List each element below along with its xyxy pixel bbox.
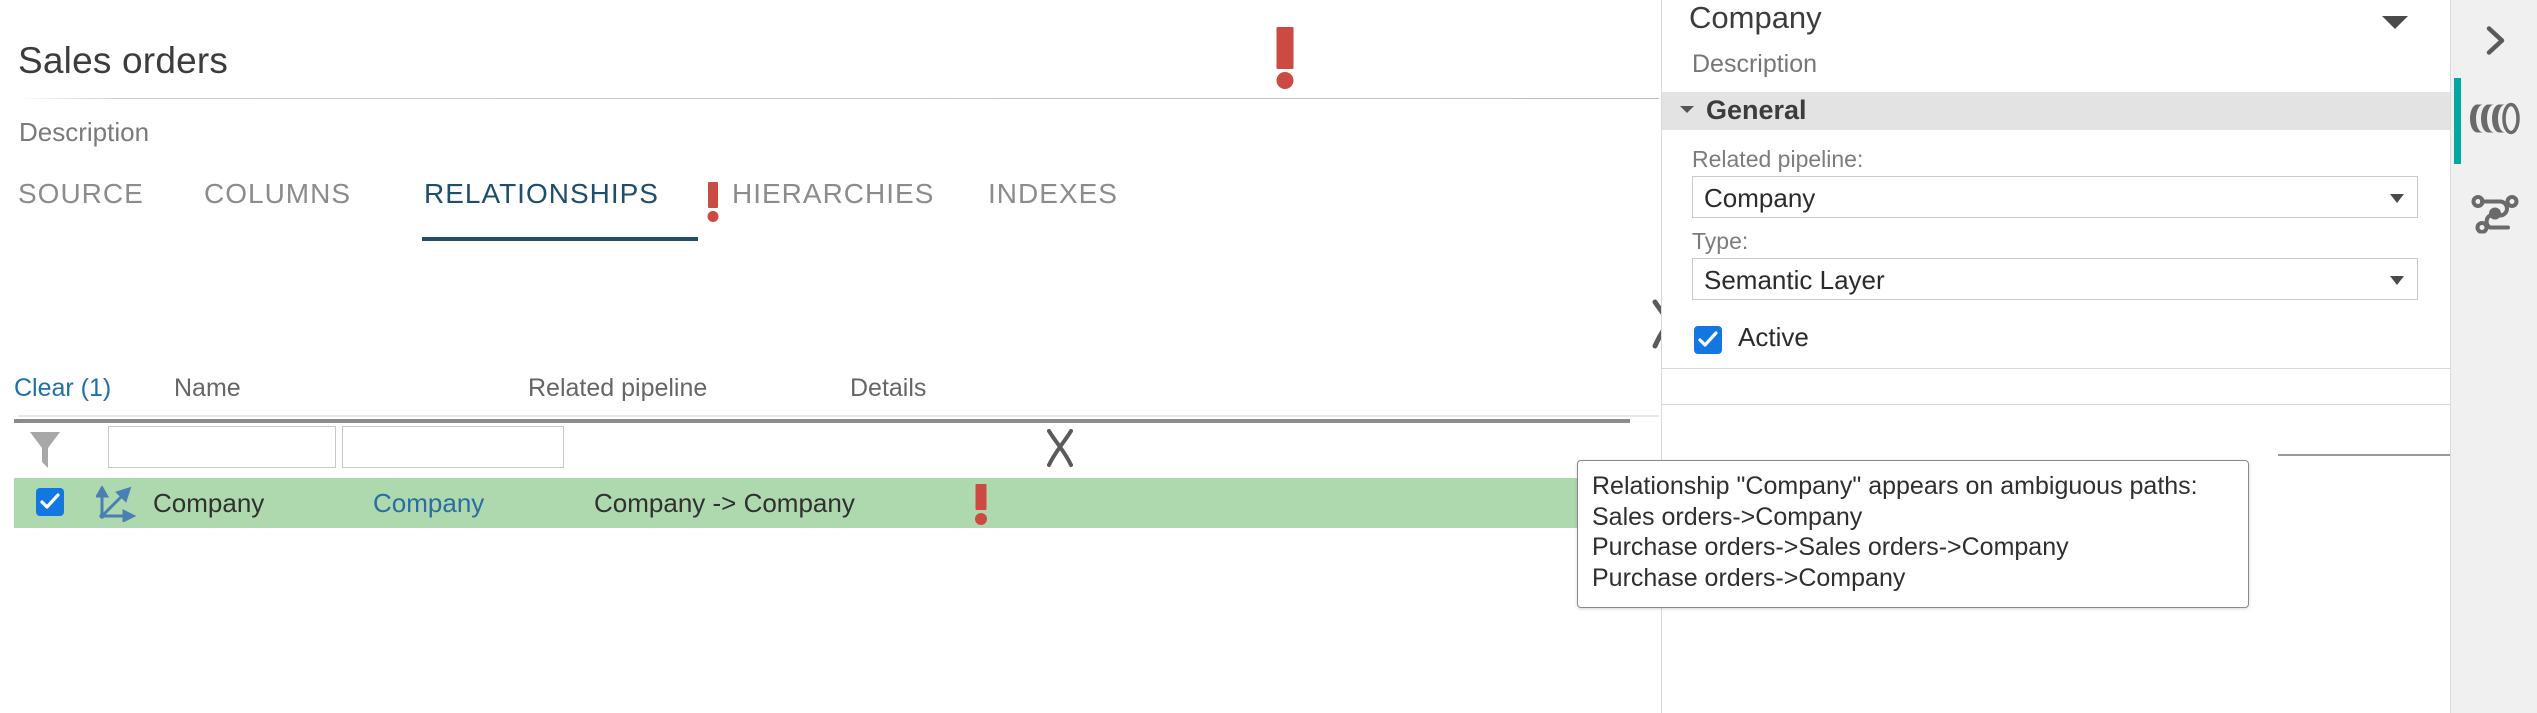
tab-indexes[interactable]: INDEXES: [988, 178, 1118, 210]
panel-description-placeholder[interactable]: Description: [1692, 50, 1817, 79]
column-header-name[interactable]: Name: [174, 374, 241, 403]
cell-related-pipeline[interactable]: Company: [373, 488, 484, 519]
clear-filters-link[interactable]: Clear (1): [14, 374, 111, 403]
cell-name: Company: [153, 488, 264, 519]
chevron-down-icon[interactable]: [2380, 12, 2410, 37]
column-header-related-pipeline[interactable]: Related pipeline: [528, 374, 707, 403]
label-type: Type:: [1692, 228, 1748, 255]
chevron-down-icon: [2390, 194, 2404, 203]
tab-bar: SOURCE COLUMNS RELATIONSHIPS HIERARCHIES…: [18, 178, 1659, 240]
app-root: Sales orders Description SOURCE COLUMNS …: [0, 0, 2537, 713]
active-tab-indicator: [422, 237, 698, 241]
main-content: Sales orders Description SOURCE COLUMNS …: [0, 0, 1661, 713]
right-rail: [2450, 0, 2537, 713]
panel-section-label: General: [1706, 95, 1807, 126]
rail-item-pipelines[interactable]: [2451, 78, 2537, 164]
rail-item-expand[interactable]: [2451, 0, 2537, 86]
collapse-triangle-icon[interactable]: [1680, 106, 1694, 113]
tab-columns[interactable]: COLUMNS: [204, 178, 351, 210]
active-checkbox[interactable]: [1694, 326, 1722, 354]
relationships-graph-icon: [2470, 192, 2520, 239]
tooltip-line: Purchase orders->Sales orders->Company: [1592, 532, 2234, 563]
title-divider: [14, 98, 1659, 99]
row-exclamation-icon[interactable]: [973, 484, 989, 529]
tab-hierarchies[interactable]: HIERARCHIES: [732, 178, 934, 210]
relationships-grid: Clear (1) Name Related pipeline Details: [14, 374, 1662, 528]
select-type-value: Semantic Layer: [1704, 265, 1885, 296]
select-related-pipeline[interactable]: Company: [1692, 176, 2418, 218]
header-exclamation-icon: [1272, 27, 1298, 89]
filter-funnel-icon[interactable]: [28, 428, 62, 477]
clear-filter-icon[interactable]: [1038, 426, 1082, 475]
page-title: Sales orders: [18, 42, 228, 79]
select-type[interactable]: Semantic Layer: [1692, 258, 2418, 300]
panel-divider-secondary: [1662, 404, 2450, 405]
tooltip-line: Sales orders->Company: [1592, 502, 2234, 533]
error-tooltip: Relationship "Company" appears on ambigu…: [1577, 460, 2249, 608]
cell-details: Company -> Company: [594, 488, 855, 519]
page-description-placeholder[interactable]: Description: [19, 117, 149, 148]
mapping-header-rule: [2278, 454, 2450, 456]
grid-header-row: Clear (1) Name Related pipeline Details: [14, 374, 1662, 418]
table-row[interactable]: Company Company Company -> Company: [14, 478, 1662, 528]
tab-relationships-exclamation-icon: [706, 182, 720, 227]
tab-source[interactable]: SOURCE: [18, 178, 144, 210]
active-checkbox-label: Active: [1738, 322, 1809, 353]
filter-input-related-pipeline[interactable]: [342, 426, 564, 468]
grid-filter-row: [14, 426, 1662, 474]
tooltip-line: Relationship "Company" appears on ambigu…: [1592, 471, 2234, 502]
column-header-details[interactable]: Details: [850, 374, 926, 403]
tab-relationships[interactable]: RELATIONSHIPS: [424, 178, 659, 210]
tooltip-line: Purchase orders->Company: [1592, 563, 2234, 594]
select-related-pipeline-value: Company: [1704, 183, 1815, 214]
relationship-icon: [96, 486, 136, 527]
chevron-down-icon: [2390, 276, 2404, 285]
filter-input-name[interactable]: [108, 426, 336, 468]
panel-title: Company: [1689, 0, 1822, 36]
label-related-pipeline: Related pipeline:: [1692, 146, 1863, 173]
row-select-checkbox[interactable]: [36, 488, 64, 516]
pipelines-icon: [2469, 99, 2521, 144]
rail-item-relationships[interactable]: [2451, 172, 2537, 258]
grid-header-divider: [14, 419, 1630, 423]
panel-divider: [1662, 368, 2450, 369]
panel-section-general[interactable]: General: [1662, 92, 2450, 130]
expand-panel-icon: [2475, 21, 2515, 66]
